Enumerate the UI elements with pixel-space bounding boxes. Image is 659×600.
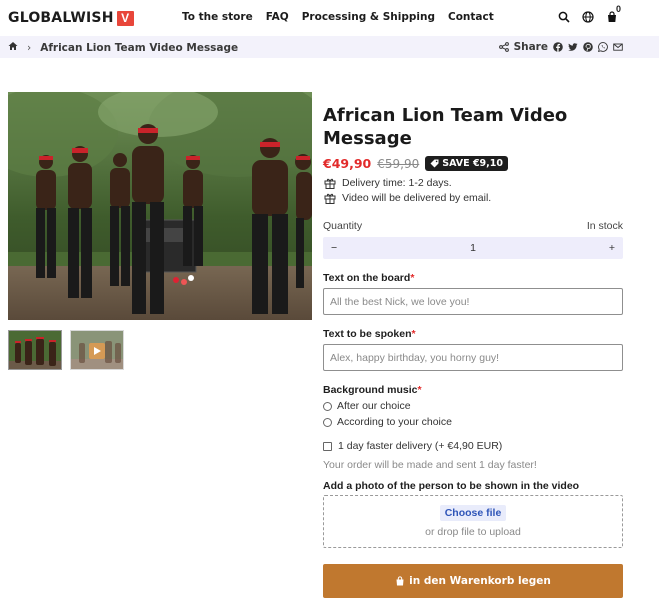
share-label: Share: [513, 41, 548, 53]
brand-mark: V: [116, 10, 134, 26]
brand-name: GLOBALWISH: [8, 10, 114, 26]
board-text-label: Text on the board*: [323, 272, 623, 284]
board-text-label-text: Text on the board: [323, 272, 411, 284]
faster-delivery-option[interactable]: 1 day faster delivery (+ €4,90 EUR): [323, 440, 623, 452]
add-to-cart-label: in den Warenkorb legen: [409, 575, 551, 587]
radio-button[interactable]: [323, 401, 332, 411]
photo-upload-label: Add a photo of the person to be shown in…: [323, 480, 580, 492]
nav-faq[interactable]: FAQ: [266, 11, 289, 23]
gift-icon: [323, 177, 336, 189]
breadcrumb-separator: ›: [27, 41, 32, 54]
shopping-bag-icon: [396, 576, 404, 586]
product-thumbnails: [8, 330, 124, 370]
product-main-image[interactable]: [8, 92, 312, 320]
spoken-text-input[interactable]: [323, 344, 623, 371]
product-details: African Lion Team Video Message €49,90 €…: [323, 104, 623, 598]
original-price: €59,90: [377, 156, 420, 171]
tag-icon: [430, 159, 439, 168]
product-title: African Lion Team Video Message: [323, 105, 568, 149]
faster-delivery-checkbox[interactable]: [323, 441, 332, 451]
save-badge-label: SAVE €9,10: [442, 158, 503, 169]
music-option-label: According to your choice: [337, 416, 452, 428]
share-icon: [498, 42, 509, 52]
share-bar: Share: [498, 41, 623, 53]
music-option-our-choice[interactable]: After our choice: [323, 400, 623, 412]
music-option-your-choice[interactable]: According to your choice: [323, 416, 623, 428]
faster-delivery-note: Your order will be made and sent 1 day f…: [323, 459, 537, 471]
nav-contact[interactable]: Contact: [448, 11, 494, 23]
twitter-icon[interactable]: [568, 42, 578, 52]
main-nav: To the store FAQ Processing & Shipping C…: [182, 11, 507, 23]
quantity-value[interactable]: 1: [470, 242, 476, 254]
quantity-decrease-button[interactable]: −: [331, 242, 337, 254]
thumbnail-video[interactable]: [70, 330, 124, 370]
drop-file-hint: or drop file to upload: [425, 526, 521, 538]
home-icon[interactable]: [8, 41, 18, 54]
add-to-cart-button[interactable]: in den Warenkorb legen: [323, 564, 623, 598]
thumbnail-image[interactable]: [8, 330, 62, 370]
photo-upload-dropzone[interactable]: Choose file or drop file to upload: [323, 495, 623, 548]
spoken-text-label-text: Text to be spoken: [323, 328, 412, 340]
quantity-increase-button[interactable]: +: [609, 242, 615, 254]
stock-status: In stock: [586, 220, 623, 232]
mail-icon[interactable]: [613, 42, 623, 52]
required-marker: *: [411, 328, 416, 340]
board-text-input[interactable]: [323, 288, 623, 315]
quantity-stepper: − 1 +: [323, 237, 623, 259]
save-badge: SAVE €9,10: [425, 156, 508, 171]
sale-price: €49,90: [323, 156, 372, 171]
header-actions: [557, 10, 619, 24]
music-option-label: After our choice: [337, 400, 411, 412]
search-icon[interactable]: [557, 10, 571, 24]
delivery-time-line: Delivery time: 1-2 days.: [323, 177, 623, 189]
pinterest-icon[interactable]: [583, 42, 593, 52]
background-music-label-text: Background music: [323, 384, 418, 396]
delivery-email-line: Video will be delivered by email.: [323, 192, 623, 204]
breadcrumb: › African Lion Team Video Message: [8, 41, 238, 54]
brand-logo[interactable]: GLOBALWISH V: [8, 10, 134, 26]
faster-delivery-label: 1 day faster delivery (+ €4,90 EUR): [338, 440, 503, 452]
breadcrumb-bar: › African Lion Team Video Message Share: [0, 36, 659, 58]
gift-icon: [323, 192, 336, 204]
radio-button[interactable]: [323, 417, 332, 427]
spoken-text-label: Text to be spoken*: [323, 328, 623, 340]
nav-processing-shipping[interactable]: Processing & Shipping: [302, 11, 435, 23]
globe-icon[interactable]: [581, 10, 595, 24]
whatsapp-icon[interactable]: [598, 42, 608, 52]
required-marker: *: [410, 272, 415, 284]
breadcrumb-current: African Lion Team Video Message: [40, 41, 239, 54]
site-header: GLOBALWISH V To the store FAQ Processing…: [0, 0, 659, 36]
price-row: €49,90 €59,90 SAVE €9,10: [323, 156, 623, 171]
delivery-email-text: Video will be delivered by email.: [342, 192, 492, 204]
quantity-label: Quantity: [323, 220, 363, 232]
choose-file-button[interactable]: Choose file: [439, 505, 507, 521]
facebook-icon[interactable]: [553, 42, 563, 52]
delivery-time-text: Delivery time: 1-2 days.: [342, 177, 452, 189]
nav-to-the-store[interactable]: To the store: [182, 11, 253, 23]
required-marker: *: [417, 384, 422, 396]
quantity-header: Quantity In stock: [323, 220, 623, 232]
background-music-label: Background music*: [323, 384, 623, 396]
cart-count-badge: 0: [615, 4, 621, 14]
